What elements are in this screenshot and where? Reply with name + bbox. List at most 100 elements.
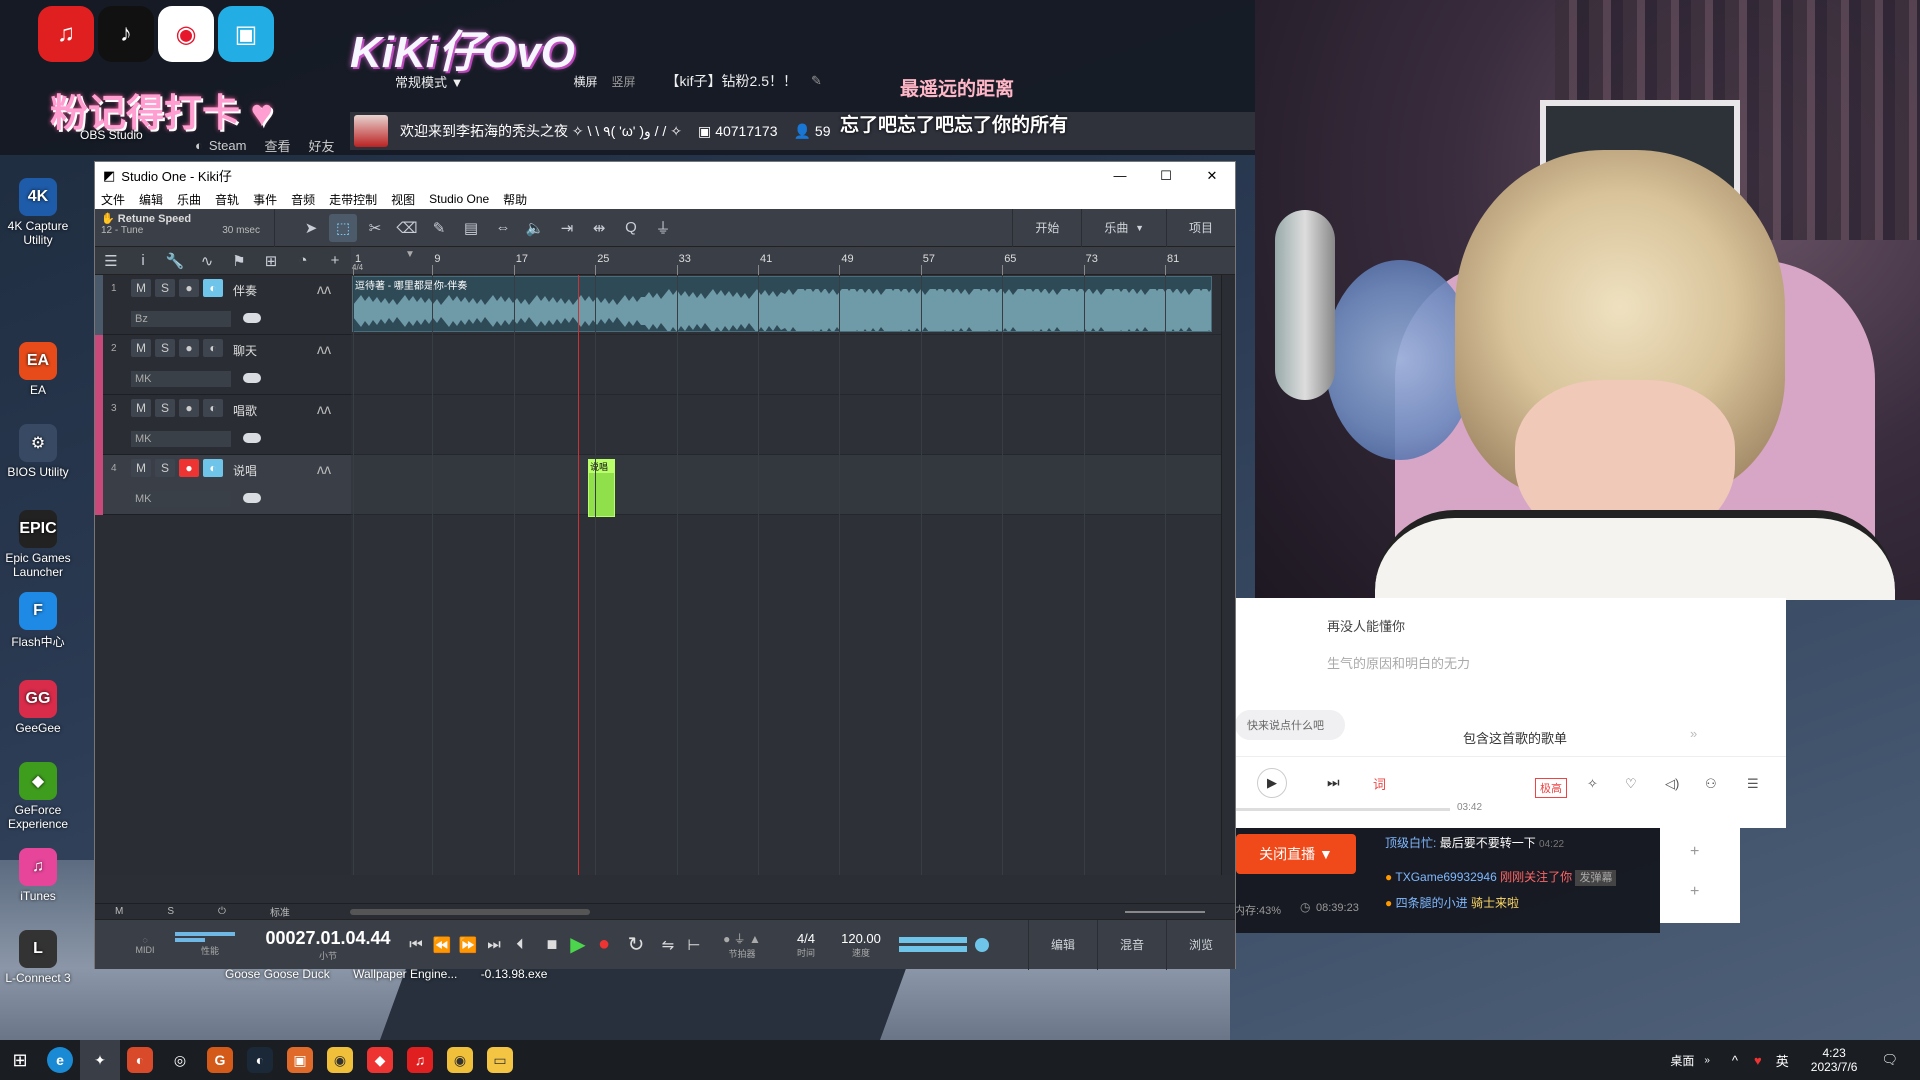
notification-icon[interactable]: 🗨 [1881,1052,1898,1068]
page-song[interactable]: 乐曲 ▼ [1081,208,1166,247]
record-icon[interactable]: ● [593,933,615,956]
comment-input[interactable]: 快来说点什么吧 [1235,710,1345,740]
track-toggle[interactable] [243,433,261,443]
close-icon[interactable]: ✕ [1189,168,1235,184]
prev-marker-icon[interactable]: ⏴ [509,934,531,956]
desktop-icon[interactable]: ◆ GeForce Experience [2,762,74,831]
monitor-icon[interactable]: ◐ [203,339,223,357]
autoscroll-icon[interactable]: ⇥ [553,214,581,242]
solo-button[interactable]: S [155,339,175,357]
bend-tool-icon[interactable]: ⇔ [489,214,517,242]
monitor-icon[interactable]: ◐ [203,279,223,297]
play-icon[interactable]: ▶ [567,934,589,956]
timeline-ruler[interactable]: 4/4 ▼ 1 9 17 25 33 41 49 57 65 73 81 [351,247,1235,275]
menu-icon[interactable]: ☰ [97,247,125,275]
return-zero-icon[interactable]: ⏮ [405,934,427,956]
wrench-icon[interactable]: 🔧 [161,247,189,275]
playhead-marker[interactable]: ▼ [405,249,415,260]
chat-user[interactable]: 顶级白忙: [1385,836,1436,850]
arrow-tool-icon[interactable]: ➤ [297,214,325,242]
menu-item[interactable]: 音频 [291,191,315,208]
rewind-icon[interactable]: ⏪ [431,934,453,956]
mix-panel-button[interactable]: 混音 [1096,919,1166,970]
next-icon[interactable]: ⏭ [1327,774,1340,791]
add-track-icon[interactable]: + [321,247,349,275]
windows-start-icon[interactable]: ⊞ [0,1040,40,1080]
zoom-slider[interactable] [1125,910,1205,913]
track-toggle[interactable] [243,493,261,503]
eraser-tool-icon[interactable]: ⌫ [393,214,421,242]
desktop-icon[interactable]: EPIC Epic Games Launcher [2,510,74,579]
danmaku-button[interactable]: 发弹幕 [1575,870,1617,886]
desktop-icon[interactable]: 4K 4K Capture Utility [2,178,74,247]
browse-panel-button[interactable]: 浏览 [1165,919,1235,970]
maximize-icon[interactable]: ☐ [1143,168,1189,184]
paint-tool-icon[interactable]: ✎ [425,214,453,242]
waveform-icon[interactable]: ʌʌ [317,461,331,477]
track-input-select[interactable]: MK [131,491,231,507]
solo-button[interactable]: S [155,279,175,297]
waveform-icon[interactable]: ʌʌ [317,401,331,417]
range-tool-icon[interactable]: ⬚ [329,213,357,242]
track-header[interactable]: 4 M S ● ◐ 说唱 ʌʌ MK [95,455,351,515]
close-live-button[interactable]: 关闭直播 ▼ [1236,834,1356,874]
mute-tool-icon[interactable]: ▤ [457,214,485,242]
desktop-label[interactable]: -0.13.98.exe [481,967,548,981]
layout-portrait[interactable]: 竖屏 [612,73,636,90]
arrangement-view[interactable]: 逗待著 - 哪里都是你-伴奏 说唱 [351,275,1221,875]
box-app-task-icon[interactable]: ▣ [280,1040,320,1080]
arranger-icon[interactable]: ⊞ [257,247,285,275]
menu-item[interactable]: 音轨 [215,191,239,208]
desktop-icon[interactable]: ♫ iTunes [2,848,74,903]
lyrics-icon[interactable]: 词 [1373,774,1386,793]
waveform-icon[interactable]: ʌʌ [317,281,331,297]
record-event[interactable]: 说唱 [588,459,615,517]
mute-button[interactable]: M [131,339,151,357]
play-button[interactable]: ▶ [1257,768,1287,798]
track-input-select[interactable]: Bz [131,311,231,327]
track-input-select[interactable]: MK [131,371,231,387]
playlist-icon[interactable]: ☰ [1747,776,1759,792]
steam-view[interactable]: 查看 [264,136,290,155]
clock[interactable]: 4:23 2023/7/6 [1811,1046,1858,1074]
output-toggle[interactable] [975,937,989,952]
desktop-icon[interactable]: ⚙ BIOS Utility [2,424,74,479]
split-tool-icon[interactable]: ✂ [361,214,389,242]
track-toggle[interactable] [243,373,261,383]
track-name[interactable]: 说唱 [233,462,257,479]
edit-icon[interactable]: ✎ [811,73,822,89]
ea-task-icon[interactable]: ◆ [360,1040,400,1080]
desktop-label[interactable]: Wallpaper Engine... [353,967,457,981]
marker-icon[interactable]: ⚑ [225,247,253,275]
window-titlebar[interactable]: ◩ Studio One - Kiki仔 — ☐ ✕ [95,162,1235,189]
track-toggle[interactable] [243,313,261,323]
minimize-icon[interactable]: — [1097,168,1143,183]
horizontal-scrollbar[interactable] [349,908,590,915]
add-icon[interactable]: + [1690,883,1699,901]
menu-item[interactable]: 编辑 [139,191,163,208]
layout-landscape[interactable]: 横屏 [574,73,598,90]
forward-icon[interactable]: ⏩ [457,934,479,956]
record-arm-icon[interactable]: ● [179,399,199,417]
mute-button[interactable]: M [131,459,151,477]
page-project[interactable]: 项目 [1165,208,1235,247]
time-signature[interactable]: 4/4 时间 [781,931,831,959]
automation-icon[interactable]: ∿ [193,247,221,275]
time-display[interactable]: 00027.01.04.44 小节 [253,928,403,962]
goose2-task-icon[interactable]: ◉ [440,1040,480,1080]
tray-expand-icon[interactable]: » [1704,1055,1710,1066]
tempo-display[interactable]: 120.00 速度 [831,931,891,959]
record-arm-icon[interactable]: ● [179,279,199,297]
volume-icon[interactable]: ◁) [1665,776,1679,792]
tray-chevron-up-icon[interactable]: ^ [1732,1053,1738,1068]
edit-panel-button[interactable]: 编辑 [1027,919,1097,970]
solo-button[interactable]: S [155,399,175,417]
retune-panel[interactable]: ✋ Retune Speed 12 - Tune 30 msec [95,208,275,247]
mute-button[interactable]: M [131,399,151,417]
inspector-icon[interactable]: i [129,247,157,275]
desktop-icon[interactable]: GG GeeGee [2,680,74,735]
global-mute[interactable]: M [115,906,123,917]
chat-user[interactable]: TXGame69932946 [1395,870,1496,884]
menu-item[interactable]: 帮助 [503,191,527,208]
menu-item[interactable]: 事件 [253,191,277,208]
